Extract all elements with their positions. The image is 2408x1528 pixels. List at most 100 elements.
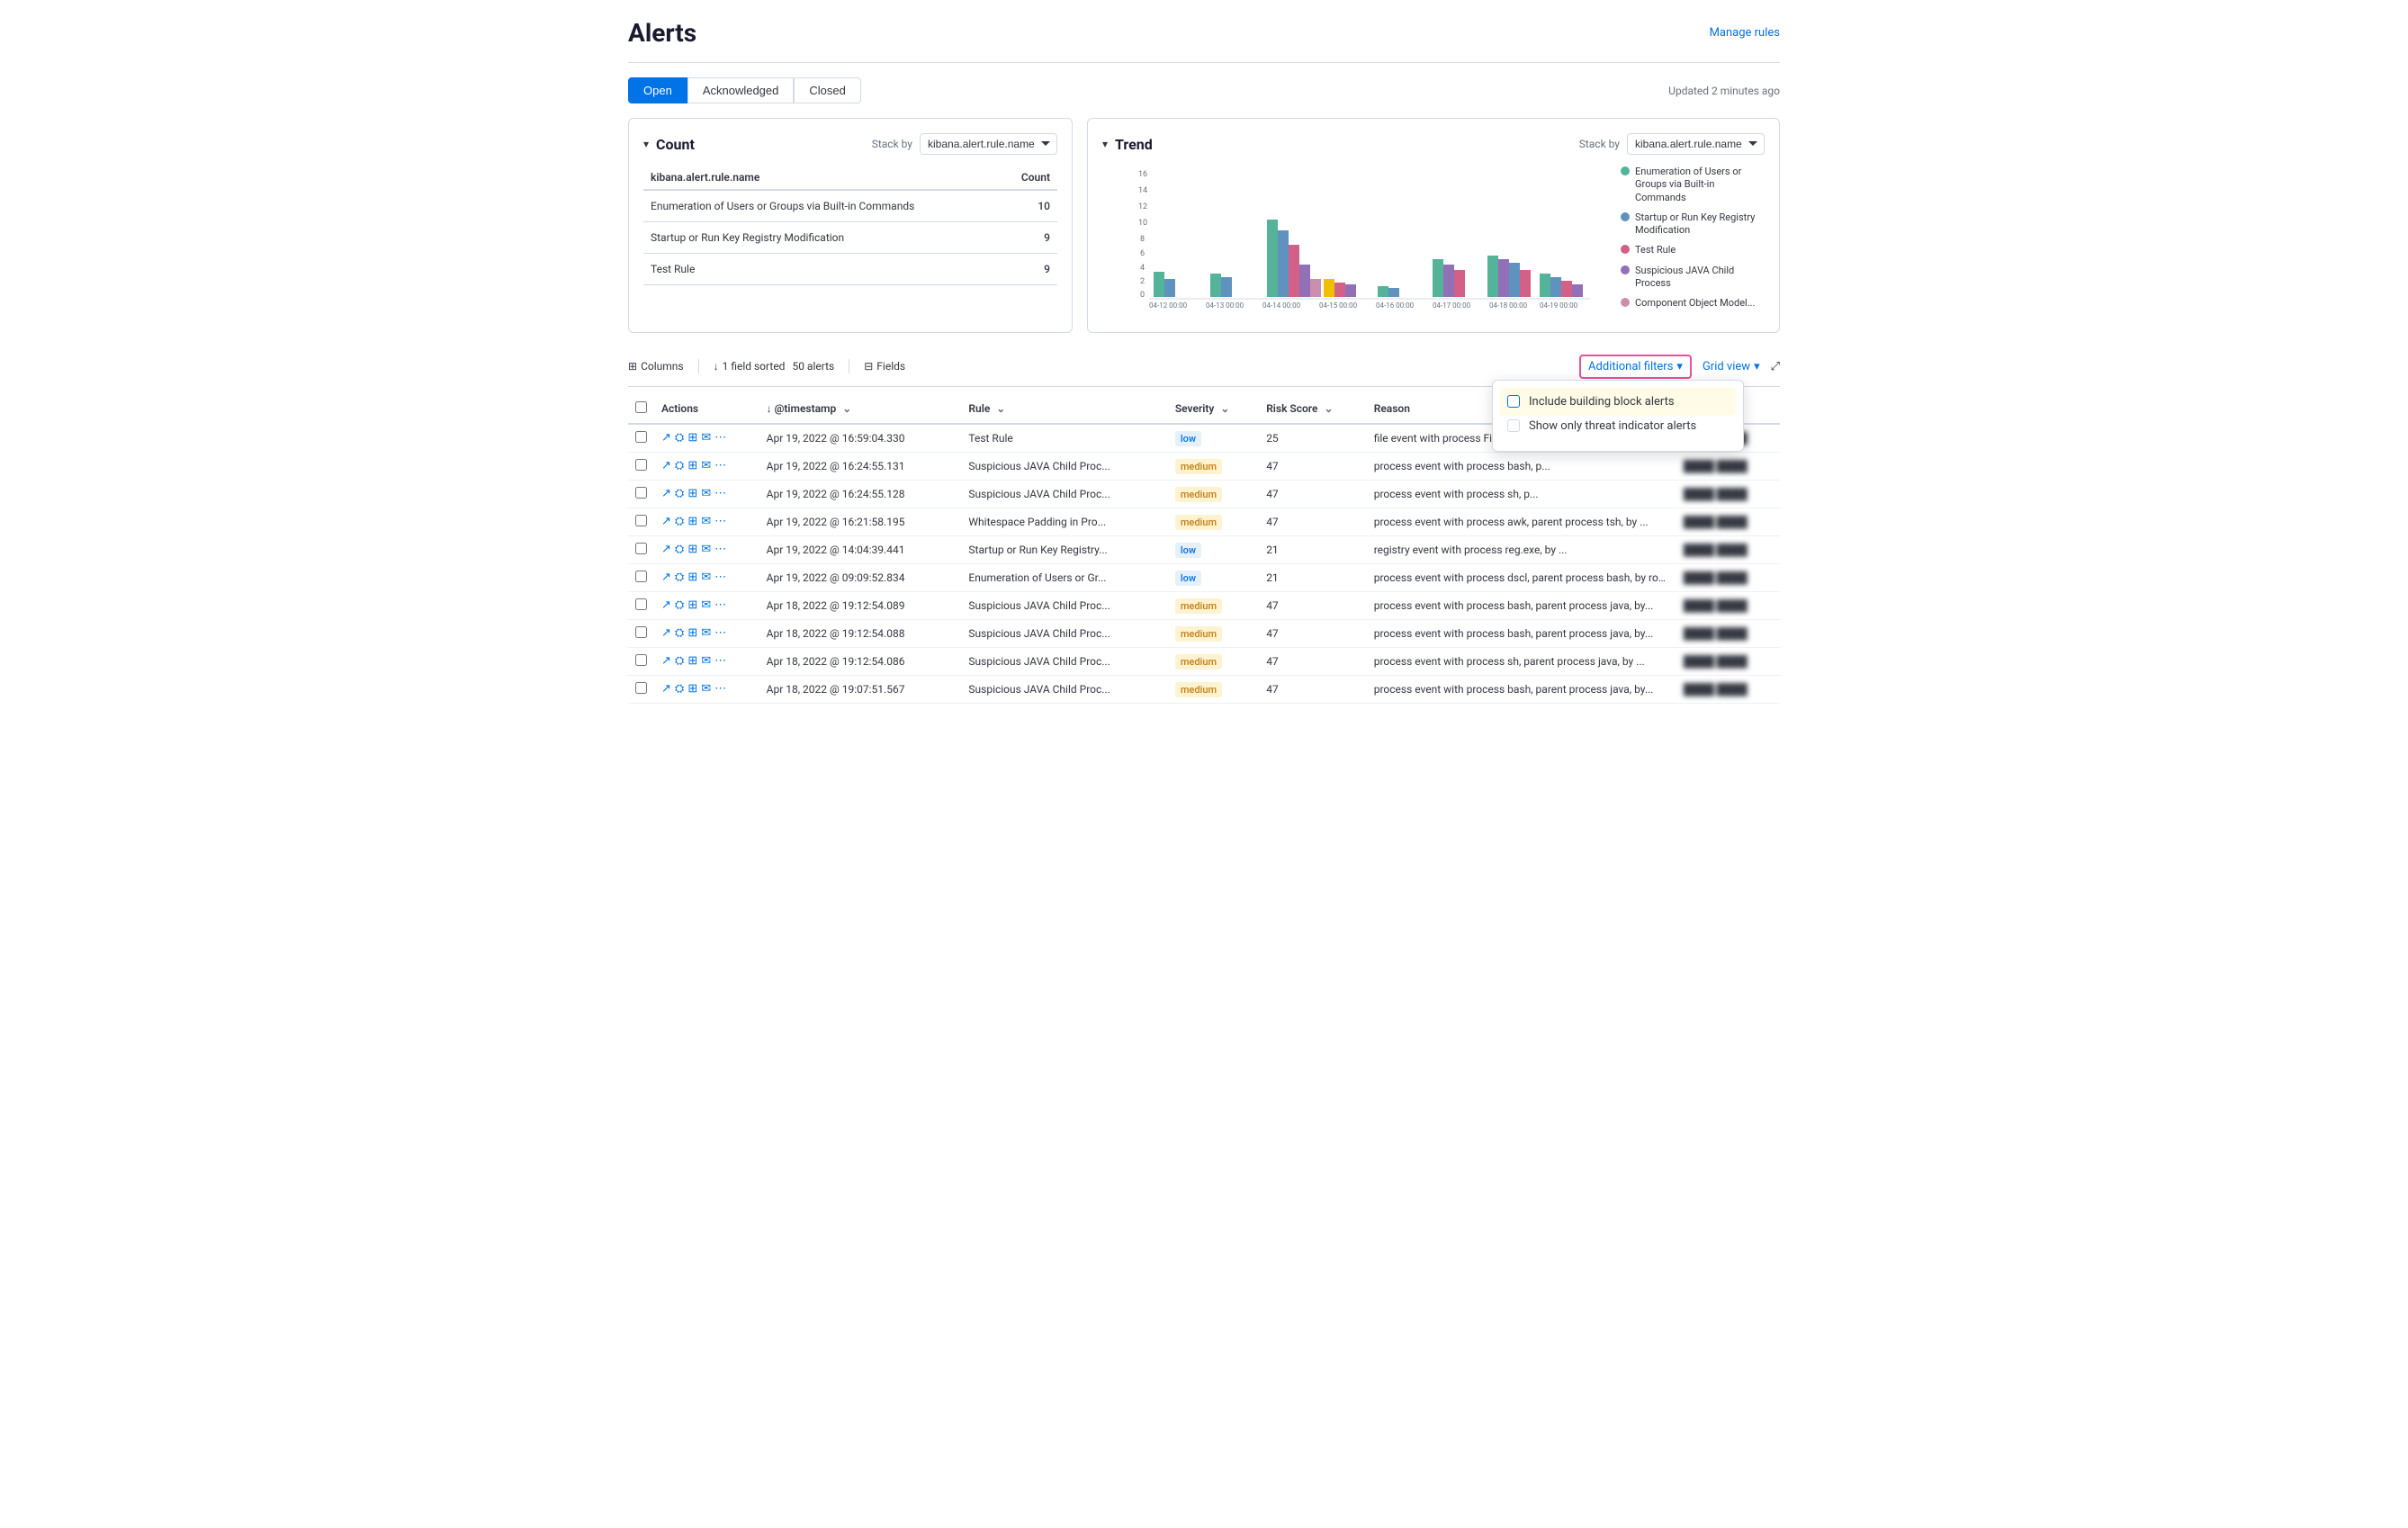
row-severity: low — [1168, 563, 1259, 591]
more-icon[interactable]: ⋯ — [714, 682, 726, 696]
count-panel-header: ▾ Count Stack by kibana.alert.rule.name — [643, 133, 1057, 155]
include-building-block-checkbox[interactable] — [1507, 395, 1520, 408]
analyze-icon[interactable]: ⛭ — [675, 654, 684, 668]
analyze-icon[interactable]: ⛭ — [675, 626, 684, 640]
svg-text:16: 16 — [1138, 170, 1147, 179]
manage-rules-link[interactable]: Manage rules — [1710, 26, 1780, 40]
show-only-threat-item[interactable]: Show only threat indicator alerts — [1507, 412, 1729, 440]
row-checkbox[interactable] — [635, 654, 647, 666]
count-chevron-icon[interactable]: ▾ — [643, 138, 649, 150]
analyze-icon[interactable]: ⛭ — [675, 431, 684, 445]
mark-icon[interactable]: ✉ — [701, 598, 711, 612]
more-icon[interactable]: ⋯ — [714, 654, 726, 668]
th-rule[interactable]: Rule ⌄ — [961, 394, 1167, 424]
row-checkbox[interactable] — [635, 515, 647, 526]
row-actions-cell: ↗ ⛭ ⊞ ✉ ⋯ — [654, 591, 759, 619]
sort-indicator[interactable]: ↓ 1 field sorted 50 alerts — [714, 360, 835, 373]
show-only-threat-checkbox[interactable] — [1507, 419, 1520, 432]
count-table-row[interactable]: Enumeration of Users or Groups via Built… — [643, 190, 1057, 222]
trend-chevron-icon[interactable]: ▾ — [1102, 138, 1108, 150]
grid-view-button[interactable]: Grid view ▾ — [1703, 360, 1760, 373]
session-icon[interactable]: ⊞ — [687, 626, 697, 640]
analyze-icon[interactable]: ⛭ — [675, 487, 684, 500]
tab-acknowledged[interactable]: Acknowledged — [687, 77, 795, 103]
expand-row-icon[interactable]: ↗ — [661, 626, 671, 640]
more-icon[interactable]: ⋯ — [714, 431, 726, 445]
mark-icon[interactable]: ✉ — [701, 682, 711, 696]
trend-stack-by-select[interactable]: kibana.alert.rule.name — [1627, 133, 1765, 155]
select-all-checkbox[interactable] — [635, 401, 647, 413]
tab-open[interactable]: Open — [628, 77, 687, 103]
mark-icon[interactable]: ✉ — [701, 571, 711, 584]
fields-button[interactable]: ⊟ Fields — [864, 360, 905, 373]
more-icon[interactable]: ⋯ — [714, 487, 726, 500]
header-divider — [628, 62, 1780, 63]
more-icon[interactable]: ⋯ — [714, 598, 726, 612]
expand-row-icon[interactable]: ↗ — [661, 598, 671, 612]
expand-row-icon[interactable]: ↗ — [661, 431, 671, 445]
mark-icon[interactable]: ✉ — [701, 459, 711, 472]
expand-row-icon[interactable]: ↗ — [661, 543, 671, 556]
row-checkbox[interactable] — [635, 598, 647, 610]
analyze-icon[interactable]: ⛭ — [675, 515, 684, 528]
session-icon[interactable]: ⊞ — [687, 598, 697, 612]
additional-filters-button[interactable]: Additional filters ▾ — [1579, 355, 1692, 379]
row-checkbox[interactable] — [635, 487, 647, 499]
tab-closed[interactable]: Closed — [794, 77, 860, 103]
more-icon[interactable]: ⋯ — [714, 626, 726, 640]
mark-icon[interactable]: ✉ — [701, 654, 711, 668]
row-checkbox[interactable] — [635, 571, 647, 582]
columns-button[interactable]: ⊞ Columns — [628, 360, 684, 373]
expand-row-icon[interactable]: ↗ — [661, 515, 671, 528]
session-icon[interactable]: ⊞ — [687, 515, 697, 528]
th-actions[interactable]: Actions — [654, 394, 759, 424]
session-icon[interactable]: ⊞ — [687, 654, 697, 668]
session-icon[interactable]: ⊞ — [687, 431, 697, 445]
analyze-icon[interactable]: ⛭ — [675, 571, 684, 584]
more-icon[interactable]: ⋯ — [714, 571, 726, 584]
row-actions-cell: ↗ ⛭ ⊞ ✉ ⋯ — [654, 647, 759, 675]
session-icon[interactable]: ⊞ — [687, 543, 697, 556]
count-name-cell: Enumeration of Users or Groups via Built… — [643, 190, 1002, 222]
expand-row-icon[interactable]: ↗ — [661, 571, 671, 584]
mark-icon[interactable]: ✉ — [701, 543, 711, 556]
analyze-icon[interactable]: ⛭ — [675, 543, 684, 556]
row-checkbox[interactable] — [635, 459, 647, 471]
severity-badge: medium — [1175, 515, 1222, 530]
expand-row-icon[interactable]: ↗ — [661, 487, 671, 500]
th-timestamp[interactable]: ↓ @timestamp ⌄ — [759, 394, 962, 424]
more-icon[interactable]: ⋯ — [714, 515, 726, 528]
expand-row-icon[interactable]: ↗ — [661, 459, 671, 472]
row-checkbox[interactable] — [635, 626, 647, 638]
session-icon[interactable]: ⊞ — [687, 459, 697, 472]
more-icon[interactable]: ⋯ — [714, 459, 726, 472]
more-icon[interactable]: ⋯ — [714, 543, 726, 556]
row-tname: ████ ████ — [1676, 452, 1780, 480]
count-table-row[interactable]: Test Rule9 — [643, 254, 1057, 285]
expand-row-icon[interactable]: ↗ — [661, 682, 671, 696]
row-checkbox[interactable] — [635, 682, 647, 694]
session-icon[interactable]: ⊞ — [687, 571, 697, 584]
mark-icon[interactable]: ✉ — [701, 626, 711, 640]
table-row: ↗ ⛭ ⊞ ✉ ⋯ Apr 19, 2022 @ 09:09:52.834 En… — [628, 563, 1780, 591]
row-checkbox[interactable] — [635, 431, 647, 443]
session-icon[interactable]: ⊞ — [687, 682, 697, 696]
analyze-icon[interactable]: ⛭ — [675, 459, 684, 472]
severity-badge: medium — [1175, 598, 1222, 614]
count-table-row[interactable]: Startup or Run Key Registry Modification… — [643, 222, 1057, 254]
analyze-icon[interactable]: ⛭ — [675, 682, 684, 696]
expand-row-icon[interactable]: ↗ — [661, 654, 671, 668]
expand-icon[interactable]: ⤢ — [1771, 360, 1780, 373]
session-icon[interactable]: ⊞ — [687, 487, 697, 500]
count-stack-by-select[interactable]: kibana.alert.rule.name — [920, 133, 1057, 155]
table-row: ↗ ⛭ ⊞ ✉ ⋯ Apr 18, 2022 @ 19:12:54.086 Su… — [628, 647, 1780, 675]
th-severity[interactable]: Severity ⌄ — [1168, 394, 1259, 424]
row-checkbox-cell — [628, 647, 654, 675]
mark-icon[interactable]: ✉ — [701, 431, 711, 445]
th-risk-score[interactable]: Risk Score ⌄ — [1259, 394, 1367, 424]
analyze-icon[interactable]: ⛭ — [675, 598, 684, 612]
row-checkbox[interactable] — [635, 543, 647, 554]
row-timestamp: Apr 18, 2022 @ 19:12:54.086 — [759, 647, 962, 675]
mark-icon[interactable]: ✉ — [701, 515, 711, 528]
mark-icon[interactable]: ✉ — [701, 487, 711, 500]
